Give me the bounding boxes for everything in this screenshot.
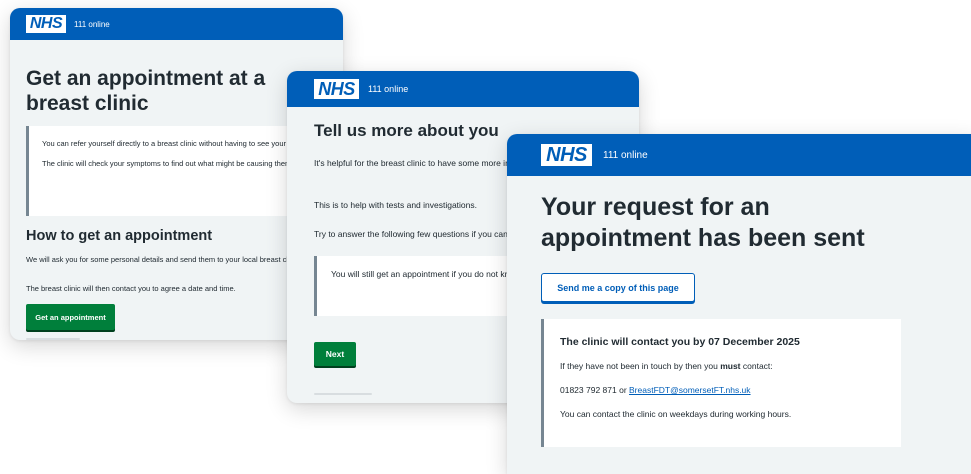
service-name: 111 online [368,84,409,94]
page-title: Get an appointment at a breast clinic [26,67,266,116]
scroll-indicator [314,393,372,395]
contact-instruction: If they have not been in touch by then y… [560,361,901,371]
emphasis-text: must [720,361,741,371]
get-appointment-button[interactable]: Get an appointment [26,304,115,330]
text-fragment: contact: [740,361,773,371]
nhs-logo[interactable]: NHS [314,79,359,99]
page-title: Your request for an appointment has been… [541,193,865,253]
nhs-logo[interactable]: NHS [26,15,66,33]
send-copy-button[interactable]: Send me a copy of this page [541,273,695,302]
email-link[interactable]: BreastFDT@somersetFT.nhs.uk [629,385,751,395]
nhs-logo[interactable]: NHS [541,144,592,166]
panel-heading: The clinic will contact you by 07 Decemb… [560,336,800,348]
nhs-header: NHS 111 online [507,134,971,176]
page-title: Tell us more about you [314,121,499,140]
service-name: 111 online [603,149,648,161]
next-button[interactable]: Next [314,342,356,366]
text-fragment: or [616,385,630,395]
nhs-header: NHS 111 online [10,8,343,40]
text-fragment: If they have not been in touch by then y… [560,361,721,371]
card-request-sent: NHS 111 online Your request for an appoi… [507,134,971,474]
section-heading: How to get an appointment [26,228,213,244]
confirmation-panel: The clinic will contact you by 07 Decemb… [541,319,901,447]
body-paragraph: You can contact the clinic on weekdays d… [560,409,792,419]
service-name: 111 online [74,19,110,29]
nhs-header: NHS 111 online [287,71,639,107]
phone-number: 01823 792 871 [560,385,617,395]
contact-details: 01823 792 871 or BreastFDT@somersetFT.nh… [560,385,901,395]
scroll-indicator [26,338,80,340]
